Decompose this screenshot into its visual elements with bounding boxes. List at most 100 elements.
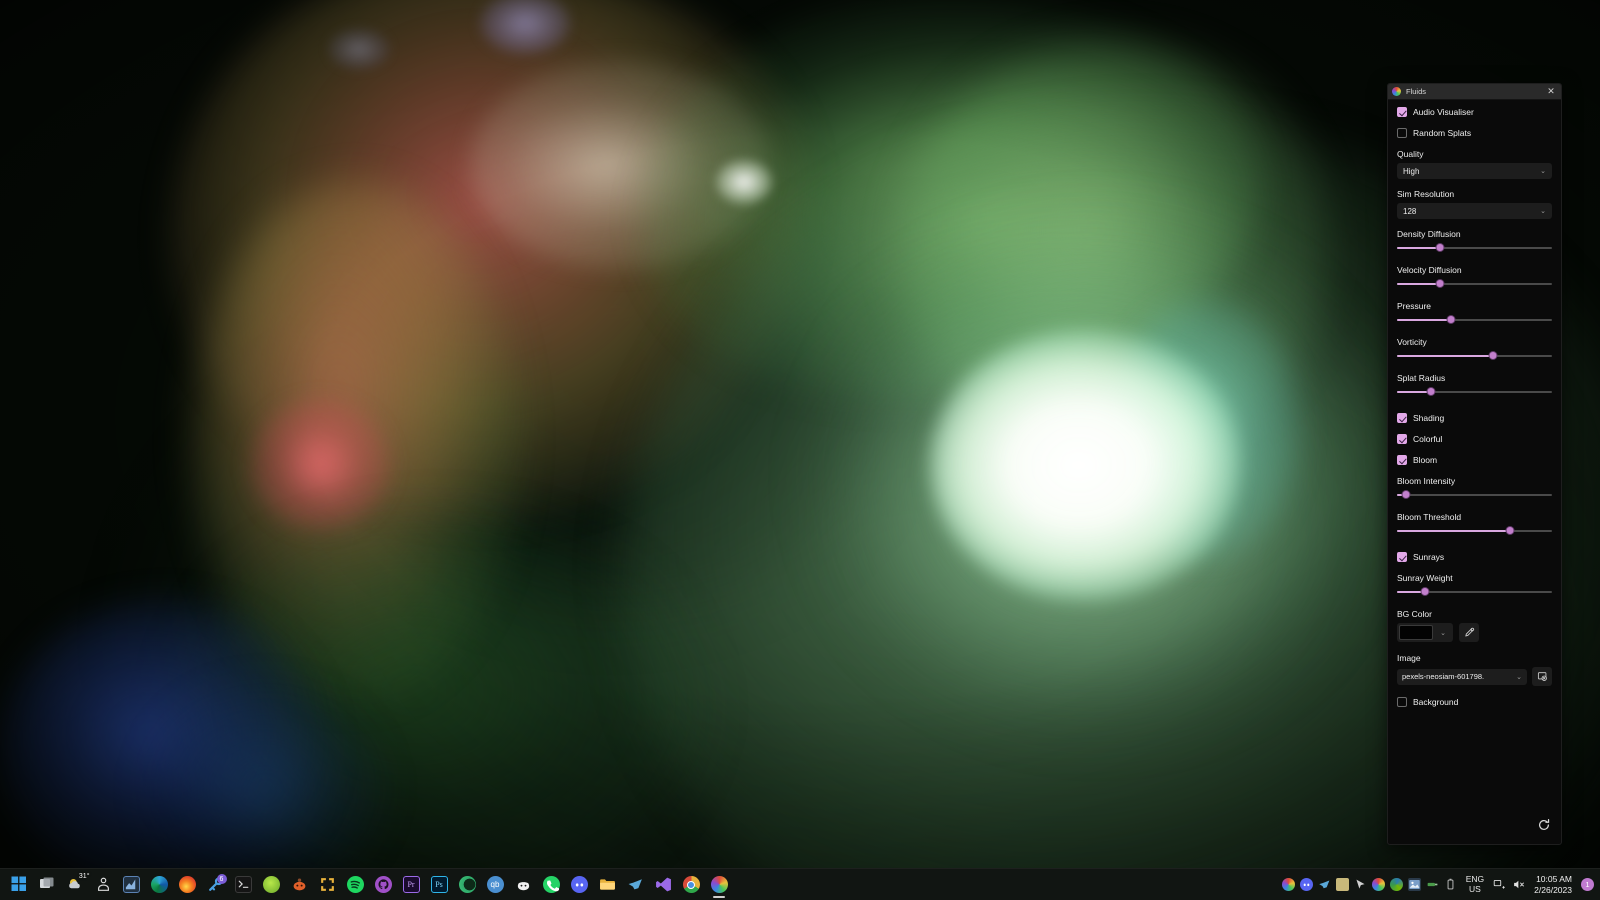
checkbox-row-sunrays[interactable]: Sunrays <box>1397 552 1552 562</box>
panel-titlebar[interactable]: Fluids ✕ <box>1388 84 1561 100</box>
slider-thumb[interactable] <box>1435 243 1445 253</box>
reddit-icon <box>291 876 308 893</box>
quality-label: Quality <box>1397 149 1424 159</box>
slider-thumb[interactable] <box>1505 526 1515 536</box>
desktop-root: Fluids ✕ Audio Visualiser Random Splats … <box>0 0 1600 900</box>
color-wheel-icon <box>1371 878 1385 891</box>
checkbox-row-audio-visualiser[interactable]: Audio Visualiser <box>1397 107 1552 117</box>
app-gradle[interactable] <box>258 871 284 899</box>
bg-color-swatch[interactable] <box>1399 625 1433 640</box>
chrome-icon <box>682 876 700 893</box>
app-keepass[interactable]: 6 <box>202 871 228 899</box>
clock[interactable]: 10:05 AM 2/26/2023 <box>1529 874 1579 894</box>
app-reddit[interactable] <box>286 871 312 899</box>
tray-mouse[interactable] <box>1352 872 1369 898</box>
background-checkbox[interactable] <box>1397 697 1407 707</box>
app-discord[interactable] <box>566 871 592 899</box>
splat-radius-slider[interactable] <box>1397 387 1552 397</box>
fluid-blue-patch-2 <box>150 690 380 868</box>
battery-icon <box>1444 878 1457 891</box>
app-steam[interactable] <box>622 871 648 899</box>
slider-thumb[interactable] <box>1488 351 1498 361</box>
app-brave[interactable] <box>510 871 536 899</box>
app-fluids[interactable] <box>706 871 732 899</box>
slider-fill <box>1397 530 1511 532</box>
fluids-logo-icon <box>1392 87 1401 96</box>
fluid-simulation-canvas[interactable] <box>0 0 1600 868</box>
app-photoshop[interactable]: Ps <box>426 871 452 899</box>
slider-thumb[interactable] <box>1446 315 1456 325</box>
tray-battery-device[interactable] <box>1442 872 1459 898</box>
audio-visualiser-checkbox[interactable] <box>1397 107 1407 117</box>
app-chrome[interactable] <box>678 871 704 899</box>
bg-color-select[interactable]: ⌄ <box>1397 623 1453 642</box>
tray-fluids[interactable] <box>1280 872 1297 898</box>
checkbox-row-colorful[interactable]: Colorful <box>1397 434 1552 444</box>
fluid-blue-patch <box>0 600 330 868</box>
checkbox-row-background[interactable]: Background <box>1397 697 1552 707</box>
image-select[interactable]: pexels-neosiam-601798. ⌄ <box>1397 668 1527 685</box>
quality-value: High <box>1403 166 1420 176</box>
app-edge[interactable] <box>146 871 172 899</box>
close-icon[interactable]: ✕ <box>1545 86 1557 98</box>
notification-badge[interactable]: 1 <box>1581 878 1594 891</box>
bloom-threshold-slider[interactable] <box>1397 526 1552 536</box>
app-qbittorrent[interactable]: qb <box>482 871 508 899</box>
slider-thumb[interactable] <box>1420 587 1430 597</box>
volume-muted-icon[interactable] <box>1510 872 1527 898</box>
badge: 6 <box>216 874 227 884</box>
slider-thumb[interactable] <box>1401 490 1411 500</box>
slider-fill <box>1397 355 1494 357</box>
app-opera[interactable] <box>454 871 480 899</box>
tray-discord[interactable] <box>1298 872 1315 898</box>
app-spotify[interactable] <box>342 871 368 899</box>
app-firefox[interactable] <box>174 871 200 899</box>
sunrays-checkbox[interactable] <box>1397 552 1407 562</box>
network-icon[interactable] <box>1491 872 1508 898</box>
tray-nvidia[interactable] <box>1388 872 1405 898</box>
slider-thumb[interactable] <box>1435 279 1445 289</box>
language-indicator[interactable]: ENG US <box>1461 874 1489 895</box>
eyedropper-icon[interactable] <box>1459 623 1479 642</box>
tray-steam[interactable] <box>1316 872 1333 898</box>
app-vscode[interactable] <box>650 871 676 899</box>
slider-thumb[interactable] <box>1426 387 1436 397</box>
bloom-intensity-slider[interactable] <box>1397 490 1552 500</box>
app-premiere[interactable]: Pr <box>398 871 424 899</box>
task-view-button[interactable] <box>34 871 60 899</box>
tray-color-wheel[interactable] <box>1370 872 1387 898</box>
velocity-diffusion-slider[interactable] <box>1397 279 1552 289</box>
checkbox-row-bloom[interactable]: Bloom <box>1397 455 1552 465</box>
sim-resolution-select[interactable]: 128 ⌄ <box>1397 203 1552 219</box>
checkbox-row-random-splats[interactable]: Random Splats <box>1397 128 1552 138</box>
density-diffusion-slider[interactable] <box>1397 243 1552 253</box>
random-splats-checkbox[interactable] <box>1397 128 1407 138</box>
weather-icon: 31° <box>67 873 90 893</box>
shading-checkbox[interactable] <box>1397 413 1407 423</box>
sunray-weight-slider[interactable] <box>1397 587 1552 597</box>
weather-widget[interactable]: 31° <box>62 871 90 899</box>
photos-icon <box>1407 878 1421 891</box>
quality-select[interactable]: High ⌄ <box>1397 163 1552 179</box>
task-view-icon <box>39 876 56 893</box>
colorful-checkbox[interactable] <box>1397 434 1407 444</box>
key-icon: 6 <box>207 874 227 893</box>
app-charts[interactable] <box>118 871 144 899</box>
reset-circular-arrow-icon[interactable] <box>1535 816 1553 834</box>
app-terminal[interactable] <box>230 871 256 899</box>
app-whatsapp[interactable] <box>538 871 564 899</box>
vorticity-slider[interactable] <box>1397 351 1552 361</box>
image-browse-icon[interactable] <box>1532 667 1552 686</box>
tray-usb[interactable] <box>1424 872 1441 898</box>
app-sync[interactable] <box>314 871 340 899</box>
bloom-checkbox[interactable] <box>1397 455 1407 465</box>
app-github[interactable] <box>370 871 396 899</box>
chevron-down-icon: ⌄ <box>1540 168 1546 175</box>
tray-photos[interactable] <box>1406 872 1423 898</box>
checkbox-row-shading[interactable]: Shading <box>1397 413 1552 423</box>
start-button[interactable] <box>6 871 32 899</box>
tray-note[interactable] <box>1334 872 1351 898</box>
pressure-slider[interactable] <box>1397 315 1552 325</box>
app-security[interactable] <box>90 871 116 899</box>
app-file-explorer[interactable] <box>594 871 620 899</box>
